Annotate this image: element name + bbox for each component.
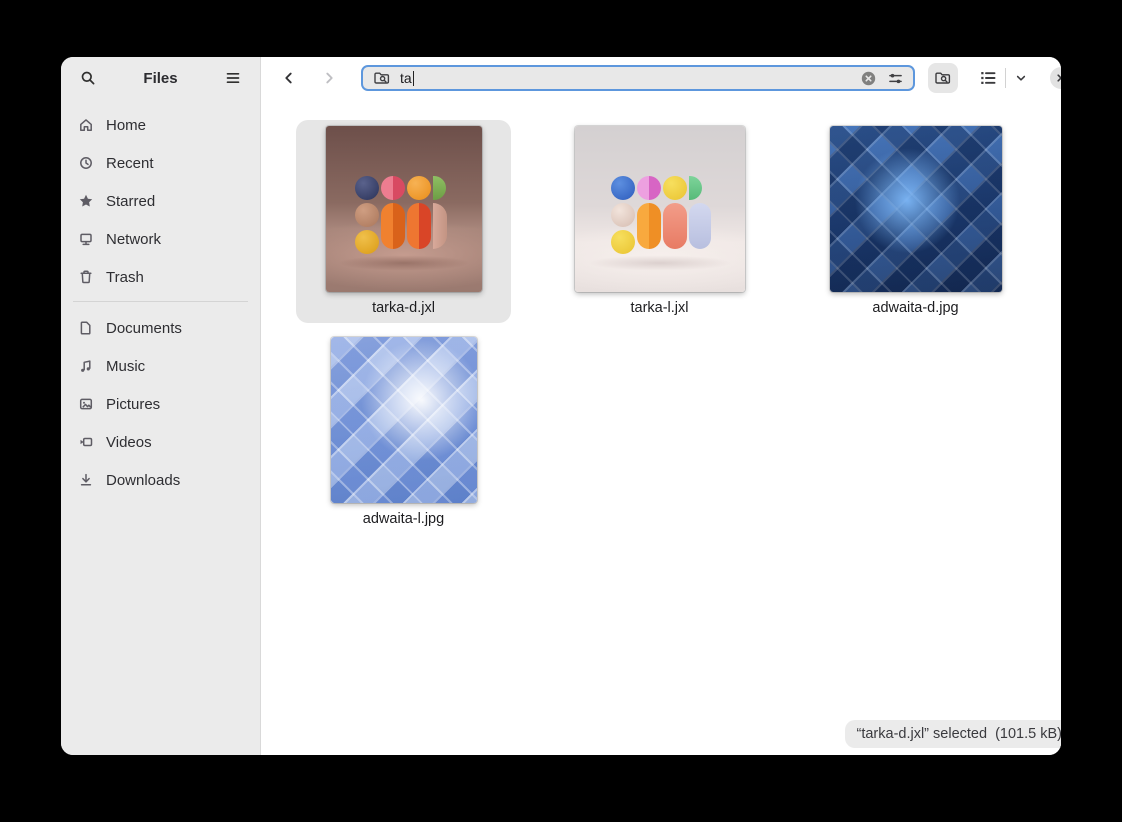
- desktop-background: Files Home: [0, 0, 1122, 822]
- document-icon: [78, 320, 94, 336]
- video-camera-icon: [78, 434, 94, 450]
- sidebar-item-label: Recent: [106, 155, 154, 172]
- list-view-icon: [979, 69, 997, 87]
- chevron-right-icon: [321, 70, 337, 86]
- sidebar-separator: [73, 301, 248, 302]
- file-thumbnail: [331, 337, 477, 503]
- sidebar-item-label: Network: [106, 231, 161, 248]
- sidebar-item-pictures[interactable]: Pictures: [69, 386, 252, 422]
- file-item-tarka-l[interactable]: tarka-l.jxl: [552, 120, 767, 323]
- search-toggle-button[interactable]: [928, 63, 958, 93]
- sidebar-item-videos[interactable]: Videos: [69, 424, 252, 460]
- clock-icon: [78, 155, 94, 171]
- sidebar-item-label: Videos: [106, 434, 152, 451]
- file-name: tarka-d.jxl: [296, 300, 511, 316]
- sidebar-item-home[interactable]: Home: [69, 107, 252, 143]
- headerbar: ta: [261, 57, 1061, 99]
- sidebar-item-label: Downloads: [106, 472, 180, 489]
- sidebar-item-recent[interactable]: Recent: [69, 145, 252, 181]
- list-view-button[interactable]: [974, 64, 1002, 92]
- sidebar-item-documents[interactable]: Documents: [69, 310, 252, 346]
- sidebar-item-starred[interactable]: Starred: [69, 183, 252, 219]
- network-icon: [78, 231, 94, 247]
- text-caret: [413, 71, 414, 86]
- file-thumbnail: [326, 126, 482, 292]
- star-icon: [78, 193, 94, 209]
- sidebar-list: Home Recent Starre: [61, 99, 260, 508]
- split-button-divider: [1005, 68, 1006, 88]
- close-icon: [1054, 71, 1061, 85]
- sidebar-item-label: Starred: [106, 193, 155, 210]
- picture-icon: [78, 396, 94, 412]
- folder-search-icon: [934, 70, 952, 86]
- clear-search-button[interactable]: [858, 68, 878, 88]
- file-view: tarka-d.jxl: [261, 99, 1061, 755]
- trash-icon: [78, 269, 94, 285]
- window-title: Files: [102, 70, 219, 87]
- sidebar-item-label: Documents: [106, 320, 182, 337]
- file-grid: tarka-d.jxl: [261, 99, 1061, 534]
- search-input[interactable]: ta: [361, 65, 915, 91]
- sidebar-item-network[interactable]: Network: [69, 221, 252, 257]
- music-note-icon: [78, 358, 94, 374]
- file-item-adwaita-d[interactable]: adwaita-d.jpg: [808, 120, 1023, 323]
- sidebar-item-label: Home: [106, 117, 146, 134]
- sidebar-item-label: Trash: [106, 269, 144, 286]
- download-icon: [78, 472, 94, 488]
- file-name: adwaita-d.jpg: [808, 300, 1023, 316]
- sidebar-search-button[interactable]: [74, 64, 102, 92]
- search-input-value: ta: [400, 70, 412, 86]
- main-menu-button[interactable]: [219, 64, 247, 92]
- search-filter-button[interactable]: [885, 68, 905, 88]
- home-icon: [78, 117, 94, 133]
- forward-button[interactable]: [315, 64, 343, 92]
- file-name: tarka-l.jxl: [552, 300, 767, 316]
- sidebar-item-trash[interactable]: Trash: [69, 259, 252, 295]
- sidebar-item-downloads[interactable]: Downloads: [69, 462, 252, 498]
- hamburger-menu-icon: [225, 70, 241, 86]
- view-options-split-button: [974, 64, 1033, 92]
- files-window: Files Home: [61, 57, 1061, 755]
- view-options-dropdown-button[interactable]: [1009, 64, 1033, 92]
- file-item-adwaita-l[interactable]: adwaita-l.jpg: [296, 331, 511, 534]
- file-item-tarka-d[interactable]: tarka-d.jxl: [296, 120, 511, 323]
- sidebar-item-music[interactable]: Music: [69, 348, 252, 384]
- search-icon: [80, 70, 96, 86]
- chevron-left-icon: [281, 70, 297, 86]
- file-name: adwaita-l.jpg: [296, 511, 511, 527]
- back-button[interactable]: [275, 64, 303, 92]
- chevron-down-icon: [1014, 71, 1028, 85]
- status-bar: “tarka-d.jxl” selected (101.5 kB): [845, 720, 1062, 748]
- sidebar-header: Files: [61, 57, 260, 99]
- sidebar-item-label: Music: [106, 358, 145, 375]
- sidebar-item-label: Pictures: [106, 396, 160, 413]
- sidebar: Files Home: [61, 57, 261, 755]
- main-pane: ta: [261, 57, 1061, 755]
- window-close-button[interactable]: [1050, 67, 1061, 89]
- folder-search-icon: [372, 68, 392, 88]
- file-thumbnail: [575, 126, 745, 292]
- file-thumbnail: [830, 126, 1002, 292]
